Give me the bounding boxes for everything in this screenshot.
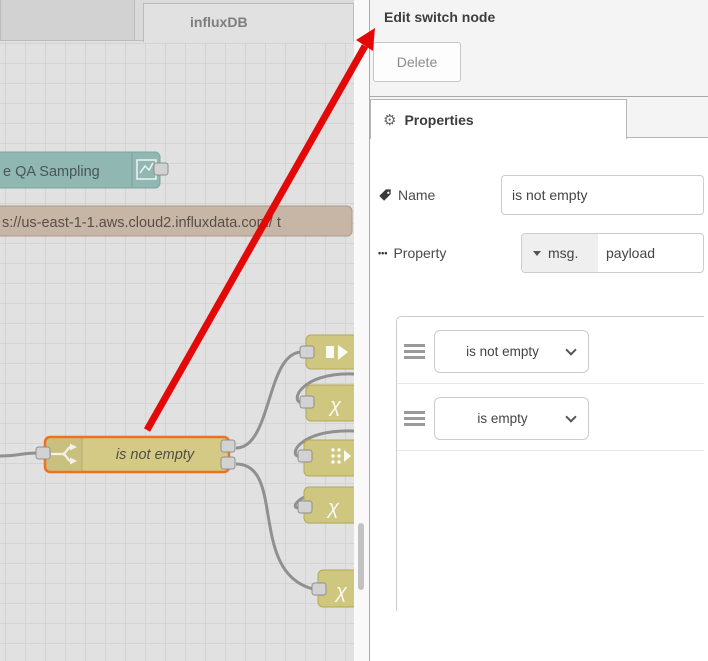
caret-down-icon	[533, 250, 541, 256]
property-label-text: Property	[393, 245, 447, 261]
drag-handle-icon[interactable]	[404, 411, 425, 426]
node-switch-label: is not empty	[116, 447, 195, 463]
chi-icon: χ	[326, 497, 340, 519]
node-switch-input-port[interactable]	[35, 446, 51, 460]
workspace-tab-influxdb[interactable]: influxDB	[143, 3, 354, 42]
node-stub-5-input-port[interactable]	[311, 582, 327, 596]
tab-properties-label: Properties	[404, 111, 474, 128]
node-stub-4-input-port[interactable]	[297, 500, 313, 514]
property-type-label: msg.	[548, 245, 579, 261]
ellipsis-icon: •••	[378, 248, 388, 258]
name-label: Name	[378, 187, 501, 203]
node-chart-label: e QA Sampling	[3, 164, 100, 180]
tag-icon	[379, 189, 391, 201]
node-stub-1-input-port[interactable]	[299, 345, 315, 359]
node-chart[interactable]: e QA Sampling	[0, 151, 169, 189]
node-stub-2[interactable]: χ	[299, 384, 354, 422]
tray-title: Edit switch node	[370, 0, 708, 27]
node-stub-2-input-port[interactable]	[299, 395, 315, 409]
edit-tray: Edit switch node Delete ⚙ Properties Nam…	[369, 0, 708, 661]
node-influxdb[interactable]: s://us-east-1-1.aws.cloud2.influxdata.co…	[0, 205, 353, 237]
tray-tab-row: ⚙ Properties	[370, 97, 708, 139]
tab-properties[interactable]: ⚙ Properties	[370, 99, 627, 139]
node-stub-3[interactable]	[297, 439, 354, 477]
rule-1-operator-value: is not empty	[466, 344, 539, 359]
node-red-editor: influxDB s://us-east-1-1.aws.cloud2.infl…	[0, 0, 708, 661]
property-type-button[interactable]: msg.	[522, 234, 598, 272]
node-switch-selected[interactable]: is not empty	[35, 435, 236, 474]
property-label: ••• Property	[378, 245, 521, 261]
workspace-tab-previous[interactable]	[0, 0, 135, 41]
chi-icon: χ	[328, 395, 342, 417]
rule-row: is not empty	[397, 317, 704, 384]
node-stub-3-input-port[interactable]	[297, 449, 313, 463]
chevron-down-icon	[565, 344, 577, 356]
property-row: ••• Property msg. payload	[378, 233, 704, 273]
drag-handle-icon[interactable]	[404, 344, 425, 359]
node-switch-output-port-2[interactable]	[220, 456, 236, 470]
rule-1-operator-select[interactable]: is not empty	[434, 330, 589, 373]
gear-icon: ⚙	[383, 111, 397, 129]
node-chart-output-port[interactable]	[153, 162, 169, 176]
delete-button[interactable]: Delete	[373, 42, 461, 82]
rule-row: is empty	[397, 384, 704, 451]
flow-canvas[interactable]: influxDB s://us-east-1-1.aws.cloud2.infl…	[0, 0, 354, 661]
node-stub-4[interactable]: χ	[297, 486, 354, 524]
node-stub-5[interactable]: χ	[311, 569, 354, 608]
node-switch-output-port-1[interactable]	[220, 439, 236, 453]
rule-2-operator-value: is empty	[477, 411, 528, 426]
wire-switch-to-node1[interactable]	[235, 350, 303, 450]
canvas-vertical-scrollbar[interactable]	[354, 0, 369, 661]
wire-into-switch[interactable]	[0, 451, 38, 458]
name-label-text: Name	[398, 187, 436, 203]
chevron-down-icon	[565, 411, 577, 423]
name-row: Name	[378, 175, 704, 215]
chi-icon: χ	[334, 581, 348, 603]
tray-body: Name ••• Property msg. payload	[370, 138, 708, 611]
rule-2-operator-select[interactable]: is empty	[434, 397, 589, 440]
workspace-tabbar: influxDB	[0, 0, 354, 42]
name-input[interactable]	[501, 175, 704, 215]
node-influxdb-label: s://us-east-1-1.aws.cloud2.influxdata.co…	[2, 215, 281, 231]
property-value-input[interactable]: payload	[598, 234, 703, 272]
tray-toolbar: Delete	[370, 27, 708, 97]
rules-list: is not empty is empty	[396, 316, 704, 611]
wire-switch-to-node5[interactable]	[235, 462, 314, 591]
node-stub-1[interactable]	[299, 334, 354, 370]
scrollbar-thumb[interactable]	[358, 523, 364, 590]
property-typed-input: msg. payload	[521, 233, 704, 273]
